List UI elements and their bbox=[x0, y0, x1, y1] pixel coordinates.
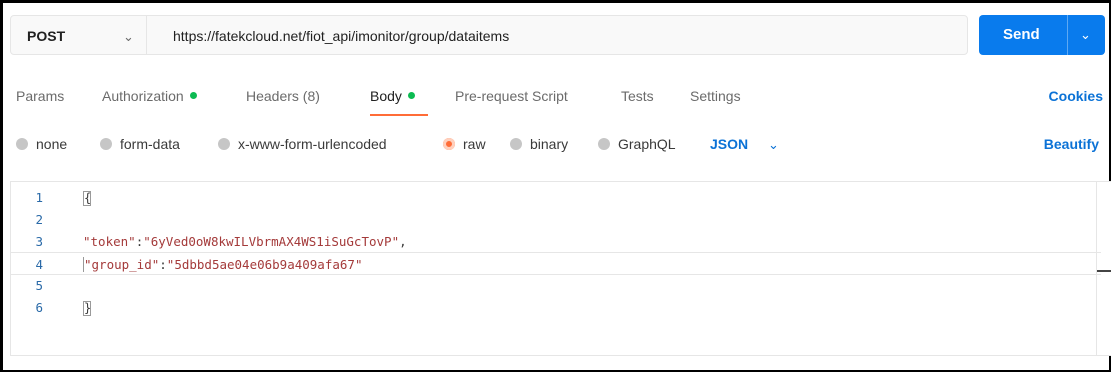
tab-params[interactable]: Params bbox=[16, 88, 64, 104]
json-comma: , bbox=[399, 234, 407, 249]
json-colon: : bbox=[159, 257, 167, 272]
beautify-button[interactable]: Beautify bbox=[1044, 136, 1099, 152]
send-button[interactable]: Send ⌄ bbox=[979, 15, 1105, 55]
radio-none[interactable]: none bbox=[16, 136, 67, 152]
radio-icon bbox=[16, 138, 28, 150]
radio-icon bbox=[218, 138, 230, 150]
tab-label: Body bbox=[370, 88, 402, 104]
radio-label: form-data bbox=[120, 136, 180, 152]
tab-label: Tests bbox=[621, 88, 654, 104]
editor-line: 2 bbox=[11, 208, 1101, 231]
radio-graphql[interactable]: GraphQL bbox=[598, 136, 676, 152]
editor-line: 5 bbox=[11, 274, 1101, 297]
json-value: "5dbbd5ae04e06b9a409afa67" bbox=[166, 257, 363, 272]
tab-authorization[interactable]: Authorization bbox=[102, 88, 197, 104]
radio-raw[interactable]: raw bbox=[443, 136, 486, 152]
code-editor[interactable]: 1 { 2 3 "token":"6yVed0oW8kwILVbrmAX4WS1… bbox=[10, 181, 1111, 356]
line-number: 1 bbox=[35, 190, 43, 205]
tab-label: Settings bbox=[690, 88, 741, 104]
editor-line-current: 4 "group_id":"5dbbd5ae04e06b9a409afa67" bbox=[11, 252, 1101, 275]
radio-form-data[interactable]: form-data bbox=[100, 136, 180, 152]
radio-binary[interactable]: binary bbox=[510, 136, 568, 152]
line-number: 2 bbox=[35, 212, 43, 227]
radio-label: x-www-form-urlencoded bbox=[238, 136, 387, 152]
status-dot-icon bbox=[189, 92, 197, 99]
line-number: 6 bbox=[35, 300, 43, 315]
request-tabs: Params Authorization Headers (8) Body Pr… bbox=[0, 88, 1111, 118]
radio-label: raw bbox=[463, 136, 486, 152]
tab-label: Pre-request Script bbox=[455, 88, 568, 104]
tab-pre-request-script[interactable]: Pre-request Script bbox=[455, 88, 568, 104]
body-type-options: none form-data x-www-form-urlencoded raw… bbox=[0, 134, 1111, 154]
radio-label: binary bbox=[530, 136, 569, 152]
raw-format-select[interactable]: JSON bbox=[710, 136, 748, 152]
radio-x-www-form-urlencoded[interactable]: x-www-form-urlencoded bbox=[218, 136, 387, 152]
open-brace: { bbox=[83, 191, 92, 206]
tab-tests[interactable]: Tests bbox=[621, 88, 654, 104]
send-divider bbox=[1067, 15, 1068, 55]
json-key: "group_id" bbox=[84, 257, 160, 272]
tab-settings[interactable]: Settings bbox=[690, 88, 741, 104]
active-tab-indicator bbox=[370, 114, 428, 116]
tab-label: Headers (8) bbox=[246, 88, 320, 104]
request-url-bar: POST ⌄ https://fatekcloud.net/fiot_api/i… bbox=[10, 15, 968, 55]
json-key: "token" bbox=[83, 234, 136, 249]
chevron-down-icon[interactable]: ⌄ bbox=[768, 137, 779, 153]
line-number: 3 bbox=[35, 234, 43, 249]
radio-icon bbox=[598, 138, 610, 150]
json-value: "6yVed0oW8kwILVbrmAX4WS1iSuGcTovP" bbox=[143, 234, 400, 249]
cookies-link[interactable]: Cookies bbox=[1049, 88, 1103, 104]
close-brace: } bbox=[83, 301, 92, 316]
chevron-down-icon: ⌄ bbox=[123, 29, 134, 44]
tab-body[interactable]: Body bbox=[370, 88, 415, 104]
editor-line: 1 { bbox=[11, 186, 1101, 209]
chevron-down-icon[interactable]: ⌄ bbox=[1080, 27, 1091, 43]
send-label: Send bbox=[1003, 26, 1040, 43]
tab-label: Params bbox=[16, 88, 65, 104]
line-number: 4 bbox=[35, 257, 43, 272]
radio-icon bbox=[510, 138, 522, 150]
method-label: POST bbox=[27, 28, 66, 44]
scrollbar-marker bbox=[1097, 270, 1111, 272]
url-input[interactable]: https://fatekcloud.net/fiot_api/imonitor… bbox=[173, 28, 509, 44]
editor-scrollbar[interactable] bbox=[1096, 182, 1111, 355]
editor-line: 6 } bbox=[11, 296, 1101, 319]
radio-icon bbox=[100, 138, 112, 150]
radio-label: none bbox=[36, 136, 68, 152]
status-dot-icon bbox=[407, 92, 415, 99]
tab-label: Authorization bbox=[102, 88, 184, 104]
tab-headers[interactable]: Headers (8) bbox=[246, 88, 320, 104]
line-number: 5 bbox=[35, 278, 43, 293]
radio-label: GraphQL bbox=[618, 136, 676, 152]
radio-icon bbox=[443, 138, 455, 150]
method-select[interactable]: POST ⌄ bbox=[11, 16, 147, 54]
editor-line: 3 "token":"6yVed0oW8kwILVbrmAX4WS1iSuGcT… bbox=[11, 230, 1101, 253]
